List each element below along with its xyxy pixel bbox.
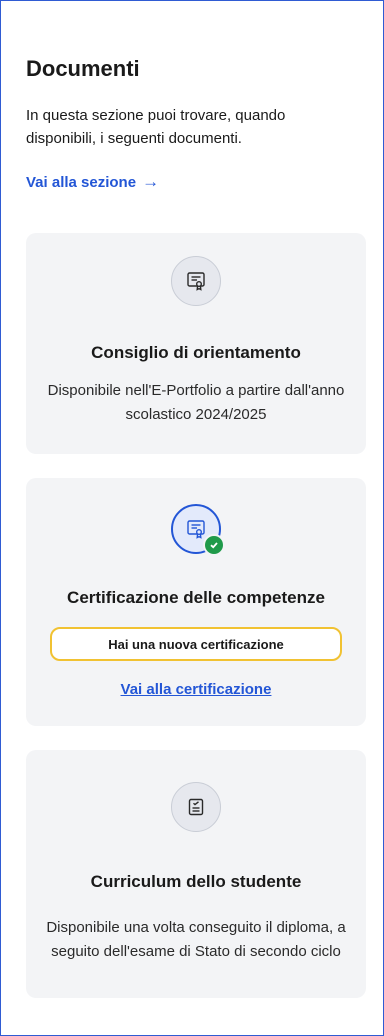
certificate-icon: [171, 256, 221, 306]
go-to-section-link[interactable]: Vai alla sezione →: [26, 172, 159, 192]
checklist-document-icon: [171, 782, 221, 832]
card-curriculum-studente: Curriculum dello studente Disponibile un…: [26, 750, 366, 998]
new-certification-notice: Hai una nuova certificazione: [50, 627, 342, 661]
card-certificazione-competenze: Certificazione delle competenze Hai una …: [26, 478, 366, 726]
go-to-certification-link[interactable]: Vai alla certificazione: [26, 681, 366, 698]
go-to-section-label: Vai alla sezione: [26, 173, 137, 191]
card-consiglio-orientamento: Consiglio di orientamento Disponibile ne…: [26, 233, 366, 454]
arrow-right-icon: →: [142, 172, 160, 191]
card-title: Certificazione delle competenze: [67, 588, 325, 607]
card-title: Curriculum dello studente: [90, 872, 302, 891]
card-title: Consiglio di orientamento: [91, 343, 301, 362]
section-intro: In questa sezione puoi trovare, quando d…: [26, 107, 286, 147]
certificate-icon: [171, 504, 225, 556]
check-badge-icon: [203, 534, 225, 556]
card-description: Disponibile nell'E-Portfolio a partire d…: [47, 382, 345, 423]
section-title: Documenti: [26, 56, 140, 81]
card-description: Disponibile una volta conseguito il dipl…: [46, 919, 346, 960]
